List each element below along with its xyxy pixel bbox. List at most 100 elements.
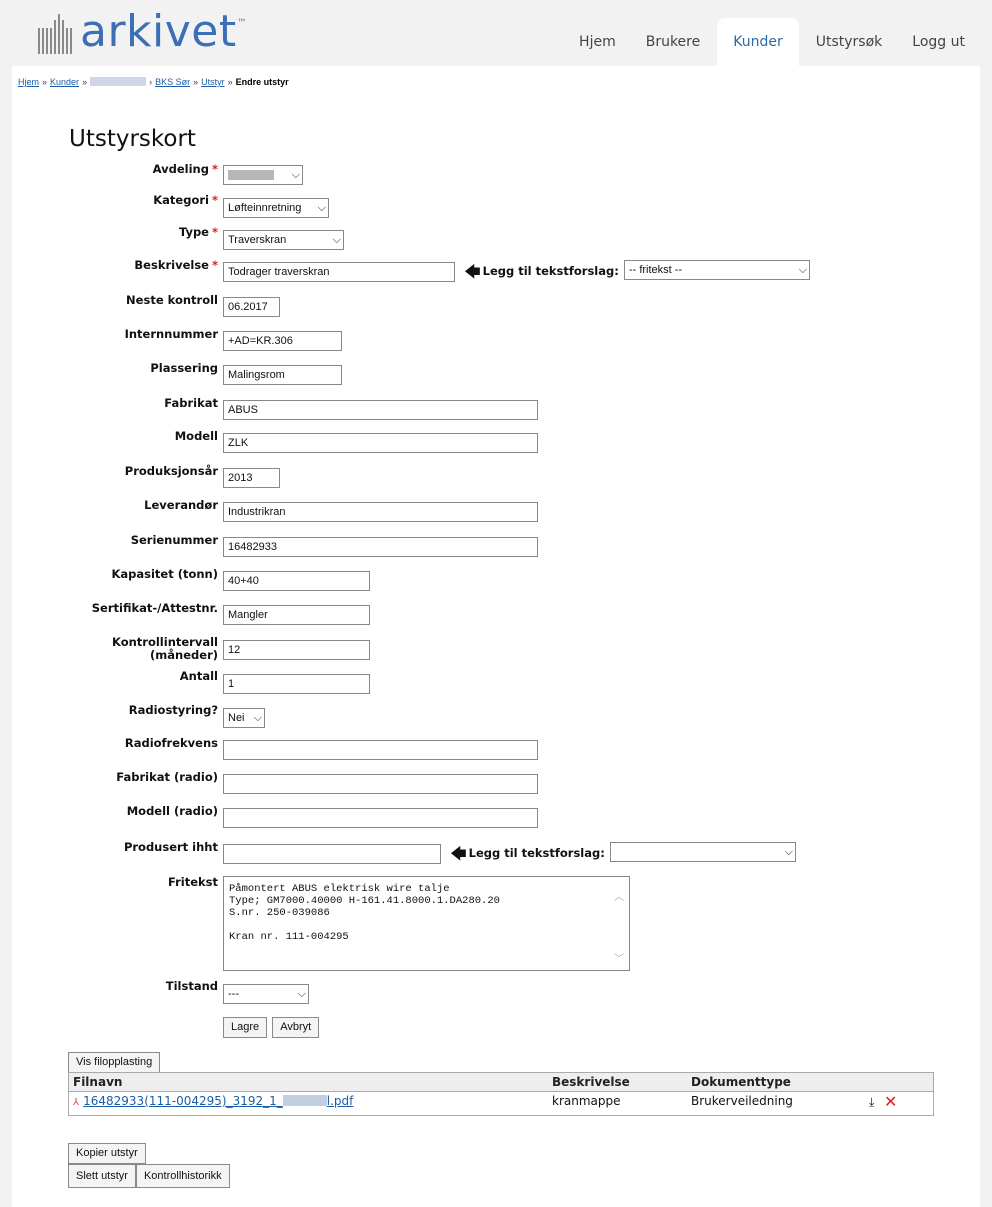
kategori-label: Kategori * (153, 193, 218, 207)
chevron-down-icon: ⌵ (297, 987, 306, 1000)
kontrollhistorikk-button[interactable]: Kontrollhistorikk (135, 1164, 230, 1188)
leverandor-input[interactable] (223, 502, 538, 522)
produsert-ihht-suggest-select[interactable]: ⌵ (609, 842, 796, 862)
sertifikat-label: Sertifikat-/Attestnr. (91, 601, 218, 615)
sertifikat-input[interactable] (223, 605, 370, 625)
logo-text: arkivet (80, 6, 237, 57)
kapasitet-label: Kapasitet (tonn) (111, 567, 218, 581)
plassering-input[interactable] (223, 365, 342, 385)
produksjonsar-input[interactable] (223, 468, 280, 488)
nav-item-utstyrsok[interactable]: Utstyrsøk (801, 18, 898, 66)
chevron-down-icon: ⌵ (291, 168, 300, 181)
arrow-left-icon: 🡄 (450, 844, 467, 863)
filename-redacted (282, 1095, 327, 1106)
breadcrumb-separator: » (227, 77, 233, 87)
breadcrumb-utstyr[interactable]: Utstyr (201, 77, 225, 87)
fabrikat-input[interactable] (223, 400, 538, 420)
chevron-down-icon: ⌵ (784, 845, 793, 858)
breadcrumb-separator: » (193, 77, 199, 87)
vis-filopplasting-button[interactable]: Vis filopplasting (68, 1052, 161, 1073)
slett-utstyr-button[interactable]: Slett utstyr (68, 1164, 136, 1188)
breadcrumb-current: Endre utstyr (235, 77, 289, 87)
breadcrumb-separator: » (42, 77, 48, 87)
modell-radio-label: Modell (radio) (126, 804, 218, 818)
leverandor-label: Leverandør (144, 498, 218, 512)
nav-item-logg-ut[interactable]: Logg ut (897, 18, 980, 66)
delete-icon[interactable]: ✕ (884, 1092, 897, 1111)
file-table: Filnavn Beskrivelse Dokumenttype ⅄ 164829… (68, 1072, 934, 1116)
radiostyring-select[interactable]: Nei ⌵ (223, 708, 265, 728)
antall-label: Antall (179, 669, 218, 683)
modell-input[interactable] (223, 433, 538, 453)
produksjonsar-label: Produksjonsår (124, 464, 218, 478)
chevron-down-icon: ⌵ (798, 263, 807, 276)
logo[interactable]: arkivet ™ (38, 8, 247, 54)
column-beskrivelse: Beskrivelse (552, 1075, 630, 1089)
logo-trademark: ™ (236, 18, 247, 29)
avbryt-button[interactable]: Avbryt (272, 1017, 320, 1038)
kategori-select[interactable]: Løfteinnretning ⌵ (223, 198, 329, 218)
serienummer-label: Serienummer (130, 533, 218, 547)
beskrivelse-input[interactable] (223, 262, 455, 282)
plassering-label: Plassering (150, 361, 218, 375)
column-dokumenttype: Dokumenttype (691, 1075, 791, 1089)
antall-input[interactable] (223, 674, 370, 694)
radiofrekvens-label: Radiofrekvens (124, 736, 218, 750)
beskrivelse-label: Beskrivelse * (134, 258, 218, 272)
kontrollintervall-input[interactable] (223, 640, 370, 660)
modell-label: Modell (174, 429, 218, 443)
nav-item-kunder[interactable]: Kunder (717, 18, 799, 66)
type-select[interactable]: Traverskran ⌵ (223, 230, 344, 250)
avdeling-redacted-value (228, 170, 274, 180)
fabrikat-label: Fabrikat (164, 396, 218, 410)
scroll-up-icon[interactable]: ︿ (614, 888, 624, 903)
chevron-down-icon: ⌵ (317, 201, 326, 214)
internnummer-input[interactable] (223, 331, 342, 351)
chevron-down-icon: ⌵ (253, 711, 262, 724)
breadcrumb-hjem[interactable]: Hjem (18, 77, 39, 87)
main-nav: Hjem Brukere Kunder Utstyrsøk Logg ut (564, 18, 980, 66)
produsert-ihht-suggest-label: Legg til tekstforslag: (468, 846, 605, 860)
breadcrumb-separator: » (82, 77, 88, 87)
serienummer-input[interactable] (223, 537, 538, 557)
radiostyring-label: Radiostyring? (128, 703, 218, 717)
produsert-ihht-input[interactable] (223, 844, 441, 864)
kopier-utstyr-button[interactable]: Kopier utstyr (68, 1143, 146, 1164)
fabrikat-radio-label: Fabrikat (radio) (116, 770, 218, 784)
avdeling-select[interactable]: ⌵ (223, 165, 303, 185)
file-dokumenttype: Brukerveiledning (691, 1094, 793, 1108)
header: arkivet ™ Hjem Brukere Kunder Utstyrsøk … (12, 0, 980, 66)
nav-item-brukere[interactable]: Brukere (631, 18, 716, 66)
breadcrumb-kunder[interactable]: Kunder (50, 77, 79, 87)
kapasitet-input[interactable] (223, 571, 370, 591)
download-icon[interactable]: ⤓ (869, 1095, 874, 1110)
beskrivelse-suggest-select[interactable]: -- fritekst -- ⌵ (623, 260, 810, 280)
breadcrumb-bks-sor[interactable]: BKS Sør (155, 77, 190, 87)
neste-kontroll-label: Neste kontroll (126, 293, 218, 307)
avdeling-label: Avdeling * (152, 162, 218, 176)
fabrikat-radio-input[interactable] (223, 774, 538, 794)
file-table-header: Filnavn Beskrivelse Dokumenttype (69, 1073, 933, 1092)
arrow-left-icon: 🡄 (464, 262, 481, 281)
nav-item-hjem[interactable]: Hjem (564, 18, 631, 66)
modell-radio-input[interactable] (223, 808, 538, 828)
type-label: Type * (178, 225, 218, 239)
file-beskrivelse: kranmappe (552, 1094, 621, 1108)
lagre-button[interactable]: Lagre (223, 1017, 268, 1038)
internnummer-label: Internnummer (124, 327, 218, 341)
page: arkivet ™ Hjem Brukere Kunder Utstyrsøk … (12, 0, 980, 1207)
neste-kontroll-input[interactable] (223, 297, 280, 317)
breadcrumb: Hjem» Kunder» › BKS Sør» Utstyr» Endre utstyr (18, 77, 289, 87)
breadcrumb-customer-redacted[interactable] (90, 77, 147, 86)
fritekst-textarea[interactable]: Påmontert ABUS elektrisk wire talje Type… (223, 876, 630, 971)
tilstand-select[interactable]: --- ⌵ (223, 984, 309, 1004)
radiofrekvens-input[interactable] (223, 740, 538, 760)
produsert-ihht-label: Produsert ihht (123, 840, 218, 854)
tilstand-label: Tilstand (165, 979, 218, 993)
scroll-down-icon[interactable]: ﹀ (614, 950, 624, 965)
kontrollintervall-label: Kontrollintervall (måneder) (112, 635, 218, 662)
logo-bars-icon (38, 14, 72, 54)
table-row: ⅄ 16482933(111-004295)_3192_1_ l.pdf kranm… (69, 1092, 933, 1115)
page-title: Utstyrskort (69, 126, 196, 152)
file-link[interactable]: 16482933(111-004295)_3192_1_ l.pdf (83, 1094, 353, 1108)
